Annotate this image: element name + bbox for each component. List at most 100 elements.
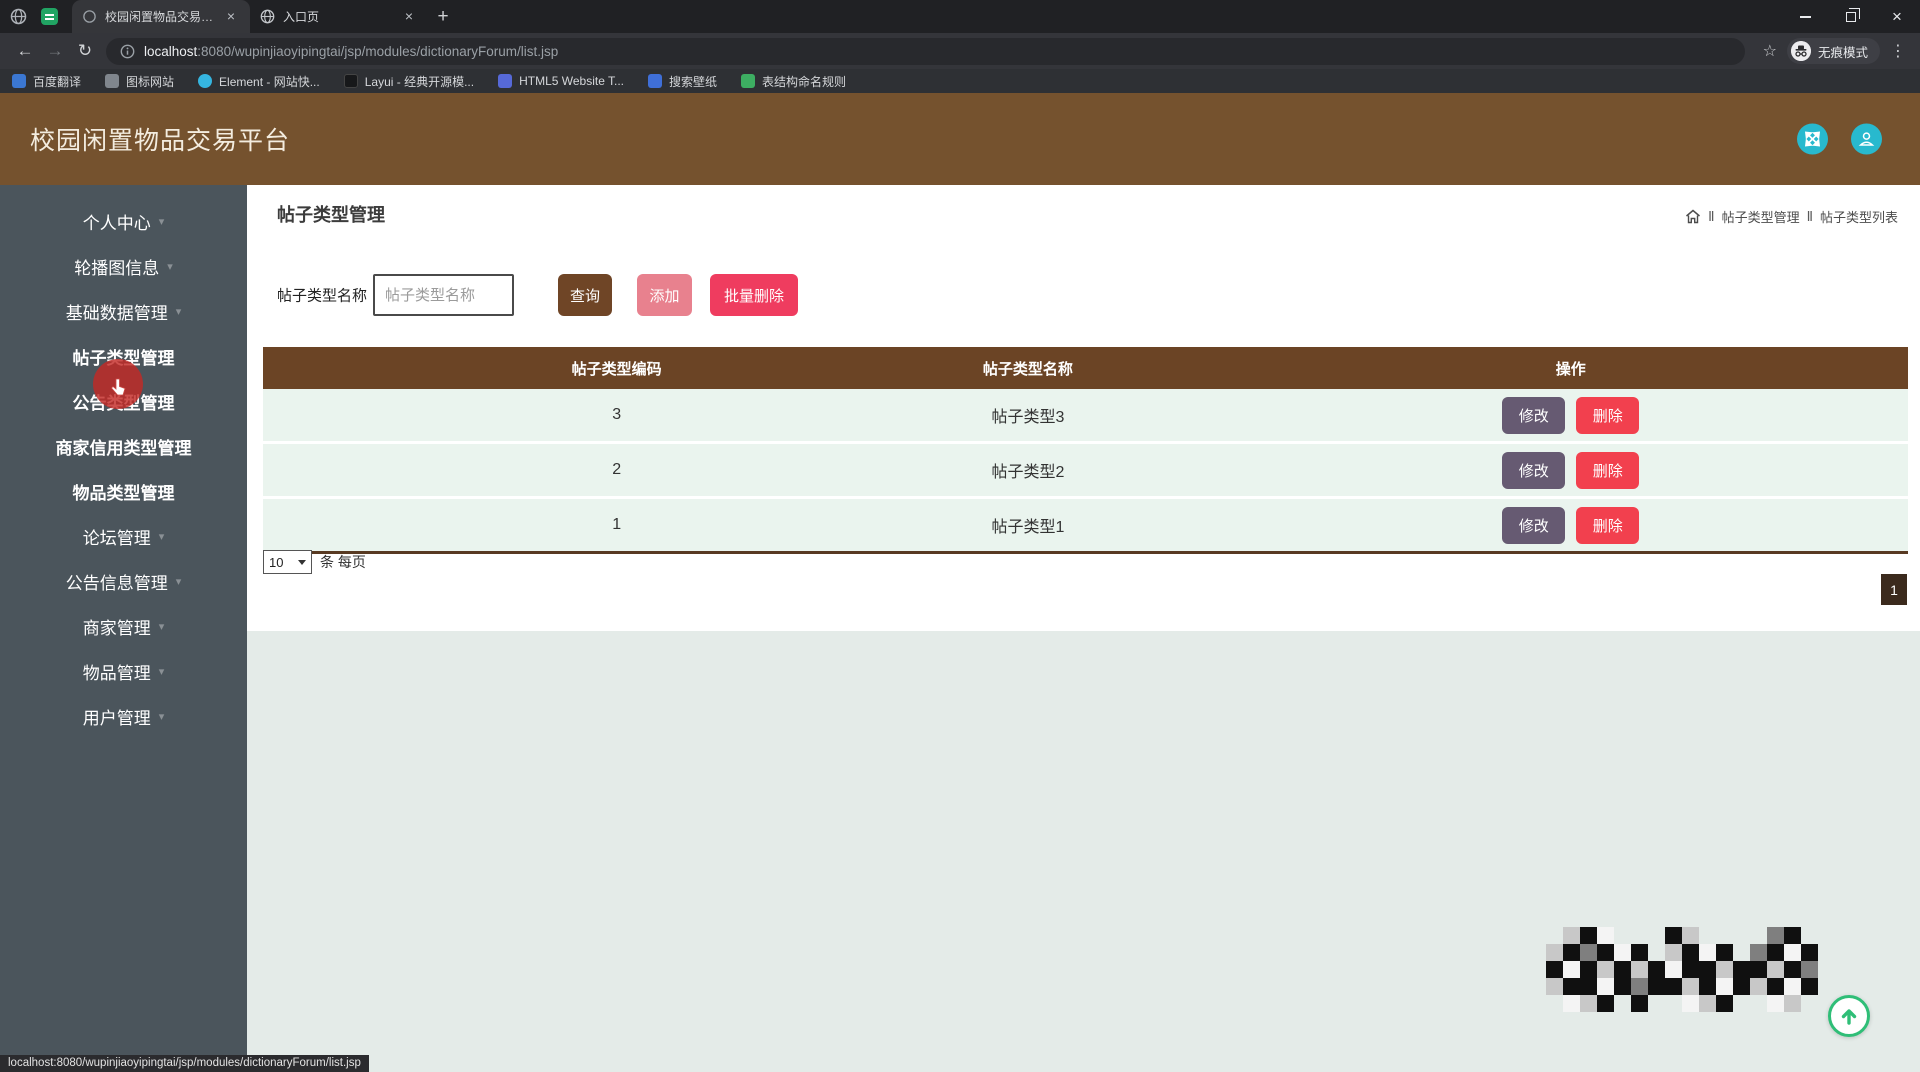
bookmark-label: Layui - 经典开源模...	[364, 74, 475, 89]
sidebar-item-goods-type[interactable]: 物品类型管理	[0, 469, 247, 514]
address-bar[interactable]: localhost:8080/wupinjiaoyipingtai/jsp/mo…	[106, 37, 1745, 65]
incognito-badge: 无痕模式	[1786, 38, 1880, 64]
bookmarks-bar: 百度翻译 图标网站 Element - 网站快... Layui - 经典开源模…	[0, 69, 1920, 93]
bookmark-label: HTML5 Website T...	[519, 74, 625, 88]
incognito-label: 无痕模式	[1817, 45, 1868, 60]
sidebar-item-merchant-credit-type[interactable]: 商家信用类型管理	[0, 424, 247, 469]
chevron-down-icon: ▾	[158, 531, 165, 543]
sidebar-item-label: 商家信用类型管理	[55, 439, 192, 458]
breadcrumb-item[interactable]: 帖子类型列表	[1820, 207, 1898, 226]
search-input[interactable]	[373, 274, 514, 316]
delete-button[interactable]: 删除	[1576, 396, 1640, 434]
bookmark-item[interactable]: HTML5 Website T...	[498, 74, 624, 88]
forward-icon[interactable]: →	[40, 41, 70, 61]
sidebar-item-label: 物品类型管理	[72, 484, 175, 503]
bookmark-item[interactable]: Layui - 经典开源模...	[343, 73, 475, 90]
add-button[interactable]: 添加	[637, 274, 692, 316]
globe-pinned-tab-icon[interactable]	[10, 8, 27, 25]
sidebar-nav: 个人中心▾ 轮播图信息▾ 基础数据管理▾ 帖子类型管理 公告类型管理 商家信用类…	[0, 185, 247, 1072]
window-restore-button[interactable]	[1828, 0, 1874, 33]
site-info-icon[interactable]	[120, 44, 135, 59]
cell-name: 帖子类型2	[991, 464, 1065, 481]
bookmark-item[interactable]: Element - 网站快...	[198, 73, 320, 90]
bookmark-favicon	[648, 74, 663, 88]
breadcrumb: Ⅱ 帖子类型管理 Ⅱ 帖子类型列表	[1685, 207, 1898, 226]
batch-delete-button[interactable]: 批量删除	[710, 274, 798, 316]
tab-title: 校园闲置物品交易平台	[105, 10, 222, 24]
table-row: 1 帖子类型1 修改 删除	[263, 499, 1908, 551]
sidebar-item-label: 个人中心	[82, 214, 151, 233]
search-field-label: 帖子类型名称	[277, 287, 368, 305]
edit-button[interactable]: 修改	[1502, 396, 1566, 434]
sidebar-item-base-data[interactable]: 基础数据管理 ▾	[0, 289, 247, 334]
user-icon	[1858, 132, 1875, 146]
chevron-down-icon: ▾	[158, 216, 165, 228]
table-row: 3 帖子类型3 修改 删除	[263, 389, 1908, 441]
chevron-down-icon: ▾	[158, 621, 165, 633]
bookmark-favicon	[498, 74, 513, 88]
browser-tab-strip: 校园闲置物品交易平台 × 入口页 × + ×	[0, 0, 1920, 33]
sidebar-item-forum[interactable]: 论坛管理 ▾	[0, 514, 247, 559]
tab-current-page[interactable]: 校园闲置物品交易平台 ×	[72, 0, 250, 33]
app-header: 校园闲置物品交易平台	[0, 93, 1920, 185]
bookmark-favicon	[105, 74, 120, 88]
home-icon[interactable]	[1685, 209, 1701, 224]
window-controls: ×	[1782, 0, 1920, 33]
close-icon: ×	[1892, 7, 1902, 26]
bookmark-favicon	[12, 74, 26, 88]
back-icon[interactable]: ←	[10, 41, 40, 61]
green-doc-pinned-tab-icon[interactable]	[41, 8, 58, 25]
sidebar-item-merchant[interactable]: 商家管理 ▾	[0, 604, 247, 649]
reload-icon[interactable]: ↻	[70, 41, 100, 61]
tab-close-icon[interactable]: ×	[222, 8, 240, 26]
bookmark-item[interactable]: 图标网站	[105, 73, 174, 90]
new-tab-button[interactable]: +	[428, 3, 458, 31]
window-close-button[interactable]: ×	[1874, 0, 1920, 33]
minimize-icon	[1799, 15, 1811, 18]
bookmark-star-icon[interactable]: ☆	[1763, 41, 1777, 61]
delete-button[interactable]: 删除	[1576, 451, 1640, 489]
browser-menu-icon[interactable]: ⋮	[1890, 41, 1906, 61]
fullscreen-button[interactable]	[1797, 123, 1828, 155]
back-to-top-button[interactable]	[1828, 995, 1870, 1037]
breadcrumb-item[interactable]: 帖子类型管理	[1722, 207, 1800, 226]
bookmark-item[interactable]: 搜索壁纸	[648, 73, 717, 90]
column-header-name: 帖子类型名称	[982, 360, 1073, 378]
tab-favicon-globe-icon	[260, 9, 275, 24]
cell-name: 帖子类型1	[991, 519, 1065, 536]
url-host: localhost	[144, 43, 198, 59]
sidebar-item-carousel-info[interactable]: 轮播图信息 ▾	[0, 244, 247, 289]
sidebar-item-user[interactable]: 用户管理 ▾	[0, 694, 247, 739]
bookmark-label: Element - 网站快...	[219, 74, 320, 89]
pinned-tabs	[0, 8, 72, 25]
censored-watermark	[1546, 927, 1818, 1012]
delete-button[interactable]: 删除	[1576, 506, 1640, 544]
tab-close-icon[interactable]: ×	[400, 8, 418, 26]
chevron-down-icon: ▾	[158, 711, 165, 723]
tab-entry-page[interactable]: 入口页 ×	[250, 0, 428, 33]
sidebar-item-goods[interactable]: 物品管理 ▾	[0, 649, 247, 694]
cell-name: 帖子类型3	[991, 409, 1065, 426]
edit-button[interactable]: 修改	[1502, 451, 1566, 489]
current-page-button[interactable]: 1	[1881, 574, 1907, 605]
content-panel: 帖子类型管理 Ⅱ 帖子类型管理 Ⅱ 帖子类型列表 帖子类型名称 查询 添加 批量…	[247, 185, 1920, 631]
window-minimize-button[interactable]	[1782, 0, 1828, 33]
chevron-down-icon: ▾	[175, 306, 182, 318]
bookmark-item[interactable]: 百度翻译	[12, 73, 81, 90]
sidebar-item-label: 用户管理	[82, 709, 151, 728]
click-indicator	[93, 359, 143, 409]
bookmark-item[interactable]: 表结构命名规则	[741, 73, 846, 90]
restore-icon	[1846, 8, 1860, 22]
url-path: :8080/wupinjiaoyipingtai/jsp/modules/dic…	[197, 43, 559, 59]
tab-favicon-globe-icon	[83, 10, 96, 23]
edit-button[interactable]: 修改	[1502, 506, 1566, 544]
cell-code: 1	[612, 516, 622, 533]
sidebar-item-label: 公告信息管理	[65, 574, 168, 593]
sidebar-item-personal-center[interactable]: 个人中心 ▾	[0, 199, 247, 244]
per-page-value: 10	[269, 554, 284, 570]
query-button[interactable]: 查询	[558, 274, 612, 316]
per-page-select[interactable]: 10	[263, 550, 312, 574]
sidebar-item-notice-info[interactable]: 公告信息管理 ▾	[0, 559, 247, 604]
user-profile-button[interactable]	[1851, 123, 1882, 155]
per-page-suffix: 条 每页	[320, 554, 366, 570]
